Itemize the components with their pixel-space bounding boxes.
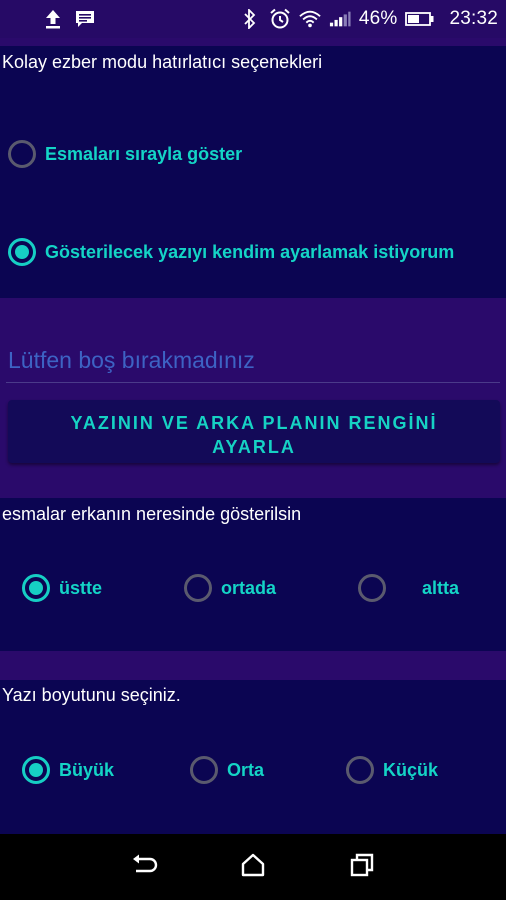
reminder-options-title: Kolay ezber modu hatırlatıcı seçenekleri — [2, 52, 323, 72]
set-colors-button-line2: AYARLA — [212, 437, 296, 457]
radio-label-custom-text: Gösterilecek yazıyı kendim ayarlamak ist… — [45, 241, 455, 262]
radio-show-in-order[interactable]: Esmaları sırayla göster — [8, 140, 242, 168]
radio-position-middle[interactable]: ortada — [184, 574, 276, 602]
font-size-title: Yazı boyutunu seçiniz. — [2, 685, 181, 705]
signal-icon — [329, 8, 351, 30]
radio-label-show-in-order: Esmaları sırayla göster — [45, 143, 243, 164]
status-bar-right: 46% 23:32 — [239, 8, 498, 30]
radio-size-large[interactable]: Büyük — [22, 756, 114, 784]
custom-text-input[interactable] — [6, 345, 500, 383]
home-icon — [240, 852, 266, 883]
battery-percent: 46% — [358, 8, 398, 29]
set-colors-button-line1: YAZININ VE ARKA PLANIN RENGİNİ — [70, 413, 438, 433]
screen: 46% 23:32 Kolay ezber modu hatırlatıcı s… — [0, 0, 506, 900]
radio-circle-size-small — [346, 756, 374, 784]
radio-circle-size-large — [22, 756, 50, 784]
bluetooth-icon — [239, 8, 261, 30]
battery-icon — [405, 8, 435, 30]
radio-position-top[interactable]: üstte — [22, 574, 102, 602]
recents-button[interactable] — [342, 847, 382, 887]
radio-circle-position-middle — [184, 574, 212, 602]
set-colors-button[interactable]: YAZININ VE ARKA PLANIN RENGİNİ AYARLA — [8, 400, 500, 463]
position-title: esmalar erkanın neresinde gösterilsin — [2, 504, 302, 524]
message-icon — [74, 8, 96, 30]
radio-custom-text[interactable]: Gösterilecek yazıyı kendim ayarlamak ist… — [8, 238, 454, 266]
home-button[interactable] — [233, 847, 273, 887]
radio-label-position-bottom: altta — [422, 577, 460, 598]
upload-icon — [42, 8, 64, 30]
alarm-icon — [269, 8, 291, 30]
back-button[interactable] — [124, 847, 164, 887]
position-panel: esmalar erkanın neresinde gösterilsin üs… — [0, 498, 506, 651]
radio-position-bottom[interactable]: altta — [358, 574, 459, 602]
wifi-icon — [299, 8, 321, 30]
radio-circle-show-in-order — [8, 140, 36, 168]
radio-label-size-medium: Orta — [227, 759, 265, 780]
back-icon — [130, 853, 158, 882]
status-bar-left — [42, 8, 96, 30]
radio-size-small[interactable]: Küçük — [346, 756, 438, 784]
radio-label-position-middle: ortada — [221, 577, 277, 598]
radio-label-size-small: Küçük — [383, 759, 439, 780]
radio-circle-size-medium — [190, 756, 218, 784]
recents-icon — [349, 852, 375, 883]
radio-circle-position-top — [22, 574, 50, 602]
radio-label-size-large: Büyük — [59, 759, 115, 780]
reminder-options-panel: Kolay ezber modu hatırlatıcı seçenekleri… — [0, 46, 506, 298]
status-time: 23:32 — [449, 8, 498, 29]
radio-label-position-top: üstte — [59, 577, 103, 598]
radio-circle-custom-text — [8, 238, 36, 266]
font-size-panel: Yazı boyutunu seçiniz. Büyük Orta Küçük — [0, 680, 506, 834]
status-bar: 46% 23:32 — [0, 0, 506, 38]
radio-size-medium[interactable]: Orta — [190, 756, 264, 784]
navigation-bar — [0, 834, 506, 900]
radio-circle-position-bottom — [358, 574, 386, 602]
